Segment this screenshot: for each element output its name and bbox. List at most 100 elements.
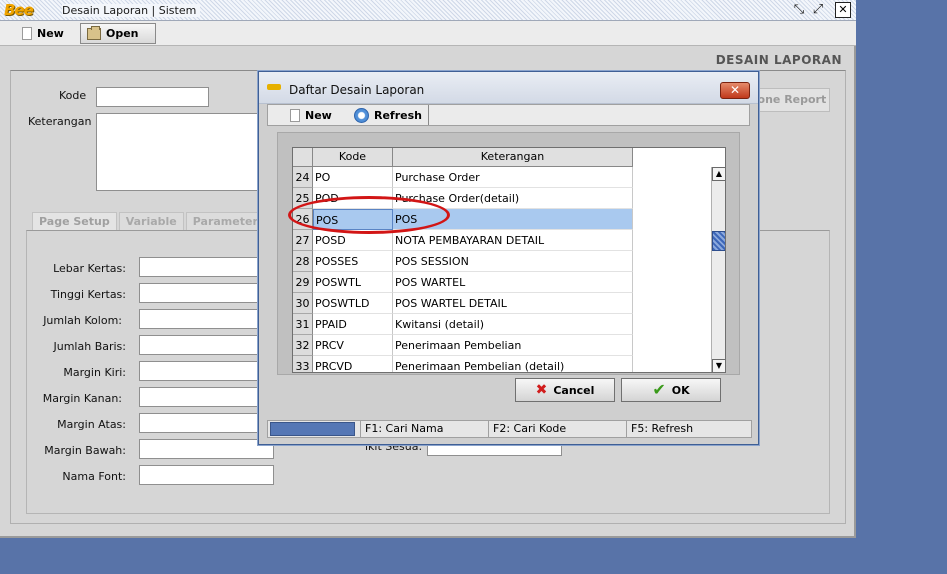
row-keterangan: POS SESSION (393, 251, 633, 272)
maximize-icon[interactable]: ⤢ (810, 2, 826, 18)
table-row[interactable]: 25 POD Purchase Order(detail) (293, 188, 633, 209)
new-document-icon (22, 27, 32, 40)
kode-input[interactable] (96, 87, 209, 107)
close-icon[interactable]: ✕ (835, 2, 851, 18)
row-keterangan: POS (393, 209, 633, 230)
grid-corner (293, 148, 313, 167)
row-number: 33 (293, 356, 313, 372)
margin-kanan-input[interactable] (139, 387, 274, 407)
refresh-button[interactable]: Refresh (348, 105, 429, 125)
dialog-status-bar: F1: Cari Nama F2: Cari Kode F5: Refresh (267, 420, 752, 438)
margin-kiri-input[interactable] (139, 361, 274, 381)
open-button[interactable]: Open (80, 23, 156, 44)
row-keterangan: Penerimaan Pembelian (393, 335, 633, 356)
row-number: 32 (293, 335, 313, 356)
ok-check-icon: ✔ (652, 380, 666, 399)
row-kode: PPAID (313, 314, 393, 335)
keterangan-textarea[interactable] (96, 113, 260, 191)
section-title: DESAIN LAPORAN (715, 53, 842, 67)
dialog-title-bar: Daftar Desain Laporan ✕ (259, 72, 758, 104)
margin-kiri-label: Margin Kiri: (63, 366, 126, 379)
status-f5: F5: Refresh (626, 421, 751, 437)
ok-button[interactable]: ✔ OK (621, 378, 721, 402)
cancel-x-icon: ✖ (535, 382, 548, 398)
row-kode: PO (313, 167, 393, 188)
margin-kanan-label: Margin Kanan: (42, 392, 122, 405)
row-keterangan: Purchase Order(detail) (393, 188, 633, 209)
margin-bawah-label: Margin Bawah: (44, 444, 126, 457)
lebar-kertas-input[interactable] (139, 257, 274, 277)
scroll-up-icon[interactable]: ▲ (712, 167, 725, 181)
nama-font-input[interactable] (139, 465, 274, 485)
column-header-kode[interactable]: Kode (313, 148, 393, 167)
cancel-label: Cancel (553, 383, 595, 397)
daftar-desain-laporan-dialog: Daftar Desain Laporan ✕ New Refresh Kode… (258, 71, 759, 445)
row-keterangan: Purchase Order (393, 167, 633, 188)
clone-report-button[interactable]: lone Report (750, 88, 830, 112)
row-keterangan: NOTA PEMBAYARAN DETAIL (393, 230, 633, 251)
row-kode: POSSES (313, 251, 393, 272)
row-keterangan: POS WARTEL (393, 272, 633, 293)
margin-atas-label: Margin Atas: (57, 418, 126, 431)
row-number: 29 (293, 272, 313, 293)
scroll-thumb[interactable] (712, 231, 725, 251)
scroll-down-icon[interactable]: ▼ (712, 359, 725, 372)
jumlah-baris-input[interactable] (139, 335, 274, 355)
folder-icon (87, 25, 101, 40)
nama-font-label: Nama Font: (62, 470, 126, 483)
row-number: 31 (293, 314, 313, 335)
table-row[interactable]: 33 PRCVD Penerimaan Pembelian (detail) (293, 356, 633, 372)
jumlah-kolom-label: Jumlah Kolom: (43, 314, 122, 327)
row-number: 26 (293, 209, 313, 230)
new-button[interactable]: New (16, 23, 70, 44)
status-indicator (270, 422, 355, 436)
table-row[interactable]: 28 POSSES POS SESSION (293, 251, 633, 272)
new-document-icon (290, 108, 300, 122)
table-row[interactable]: 29 POSWTL POS WARTEL (293, 272, 633, 293)
dialog-logo-icon (267, 84, 281, 90)
dialog-close-button[interactable]: ✕ (720, 82, 750, 99)
row-number: 24 (293, 167, 313, 188)
tab-parameter[interactable]: Parameter (185, 212, 265, 230)
row-keterangan: Penerimaan Pembelian (detail) (393, 356, 633, 372)
dialog-new-button[interactable]: New (284, 105, 338, 125)
tinggi-kertas-input[interactable] (139, 283, 274, 303)
column-header-keterangan[interactable]: Keterangan (393, 148, 633, 167)
report-grid: Kode Keterangan 24 PO Purchase Order 25 … (292, 147, 726, 373)
table-row[interactable]: 24 PO Purchase Order (293, 167, 633, 188)
status-f2: F2: Cari Kode (488, 421, 626, 437)
tab-variable[interactable]: Variable (118, 212, 184, 230)
row-kode: POSWTLD (313, 293, 393, 314)
row-kode: POSWTL (313, 272, 393, 293)
jumlah-kolom-input[interactable] (139, 309, 274, 329)
table-row-selected[interactable]: 26 POS POS (293, 209, 633, 230)
table-row[interactable]: 32 PRCV Penerimaan Pembelian (293, 335, 633, 356)
dialog-new-label: New (305, 108, 332, 122)
restore-icon[interactable]: ⤡ (791, 2, 807, 18)
cancel-button[interactable]: ✖ Cancel (515, 378, 615, 402)
row-kode: PRCVD (313, 356, 393, 372)
kode-label: Kode (59, 89, 87, 102)
row-number: 28 (293, 251, 313, 272)
table-row[interactable]: 30 POSWTLD POS WARTEL DETAIL (293, 293, 633, 314)
open-button-label: Open (106, 27, 139, 40)
dialog-toolbar: New Refresh (267, 104, 750, 126)
table-row[interactable]: 27 POSD NOTA PEMBAYARAN DETAIL (293, 230, 633, 251)
table-row[interactable]: 31 PPAID Kwitansi (detail) (293, 314, 633, 335)
margin-bawah-input[interactable] (139, 439, 274, 459)
grid-frame: Kode Keterangan 24 PO Purchase Order 25 … (277, 132, 740, 375)
row-keterangan: Kwitansi (detail) (393, 314, 633, 335)
row-kode: POS (313, 209, 393, 230)
refresh-label: Refresh (374, 108, 422, 122)
margin-atas-input[interactable] (139, 413, 274, 433)
row-number: 25 (293, 188, 313, 209)
new-button-label: New (37, 27, 64, 40)
row-keterangan: POS WARTEL DETAIL (393, 293, 633, 314)
row-number: 30 (293, 293, 313, 314)
tab-page-setup[interactable]: Page Setup (32, 212, 117, 230)
tinggi-kertas-label: Tinggi Kertas: (50, 288, 126, 301)
window-title: Desain Laporan | Sistem (62, 4, 201, 17)
vertical-scrollbar[interactable]: ▲ ▼ (711, 167, 725, 372)
main-toolbar: New Open (0, 21, 856, 46)
title-bar: Bee Desain Laporan | Sistem ⤡ ⤢ ✕ (0, 0, 856, 21)
